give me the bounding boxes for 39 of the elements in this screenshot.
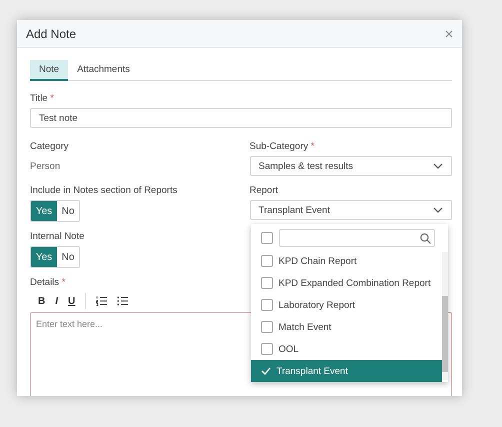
field-label: Include in Notes section of Reports: [30, 185, 178, 196]
checkbox[interactable]: [260, 321, 272, 333]
select-all-checkbox[interactable]: [260, 232, 272, 244]
report-option[interactable]: Transplant Event: [250, 360, 442, 382]
toggle-option[interactable]: Yes: [31, 247, 57, 267]
sub-category-select[interactable]: Samples & test results: [250, 156, 452, 176]
numbered-list-icon[interactable]: [96, 296, 108, 306]
close-icon[interactable]: [445, 30, 453, 38]
report-select[interactable]: Transplant Event: [250, 200, 452, 220]
chevron-down-icon[interactable]: [433, 163, 443, 169]
report-option[interactable]: KPD Expanded Combination Report: [250, 272, 442, 294]
field-label: Internal Note: [30, 231, 84, 242]
underline-button[interactable]: U: [68, 296, 76, 306]
report-option[interactable]: Match Event: [250, 316, 442, 338]
checkbox[interactable]: [260, 277, 272, 289]
checkmark-icon: [260, 367, 270, 375]
report-option[interactable]: KPD Chain Report: [250, 250, 442, 272]
checkbox[interactable]: [260, 255, 272, 267]
bullet-list-icon[interactable]: [117, 296, 128, 306]
field-label: Category: [30, 141, 69, 152]
field-label: Report: [250, 185, 278, 196]
checkbox[interactable]: [260, 343, 272, 355]
search-icon: [420, 232, 430, 244]
bold-button[interactable]: B: [38, 296, 46, 306]
field-label: Title *: [30, 93, 55, 104]
tab[interactable]: Attachments: [68, 60, 139, 81]
tab[interactable]: Note: [30, 60, 68, 81]
field-label: Details *: [30, 277, 66, 288]
category-value: Person: [30, 161, 60, 172]
title-field[interactable]: Test note: [30, 108, 452, 128]
checkbox[interactable]: [260, 299, 272, 311]
chevron-down-icon[interactable]: [433, 207, 443, 213]
field-label: Sub-Category *: [250, 141, 314, 152]
report-option[interactable]: OOL: [250, 338, 442, 360]
dialog-title: Add Note: [26, 26, 76, 40]
search-field[interactable]: [278, 229, 434, 247]
italic-button[interactable]: I: [55, 296, 58, 306]
toggle-option[interactable]: Yes: [31, 201, 57, 221]
scrollbar[interactable]: [442, 252, 448, 380]
